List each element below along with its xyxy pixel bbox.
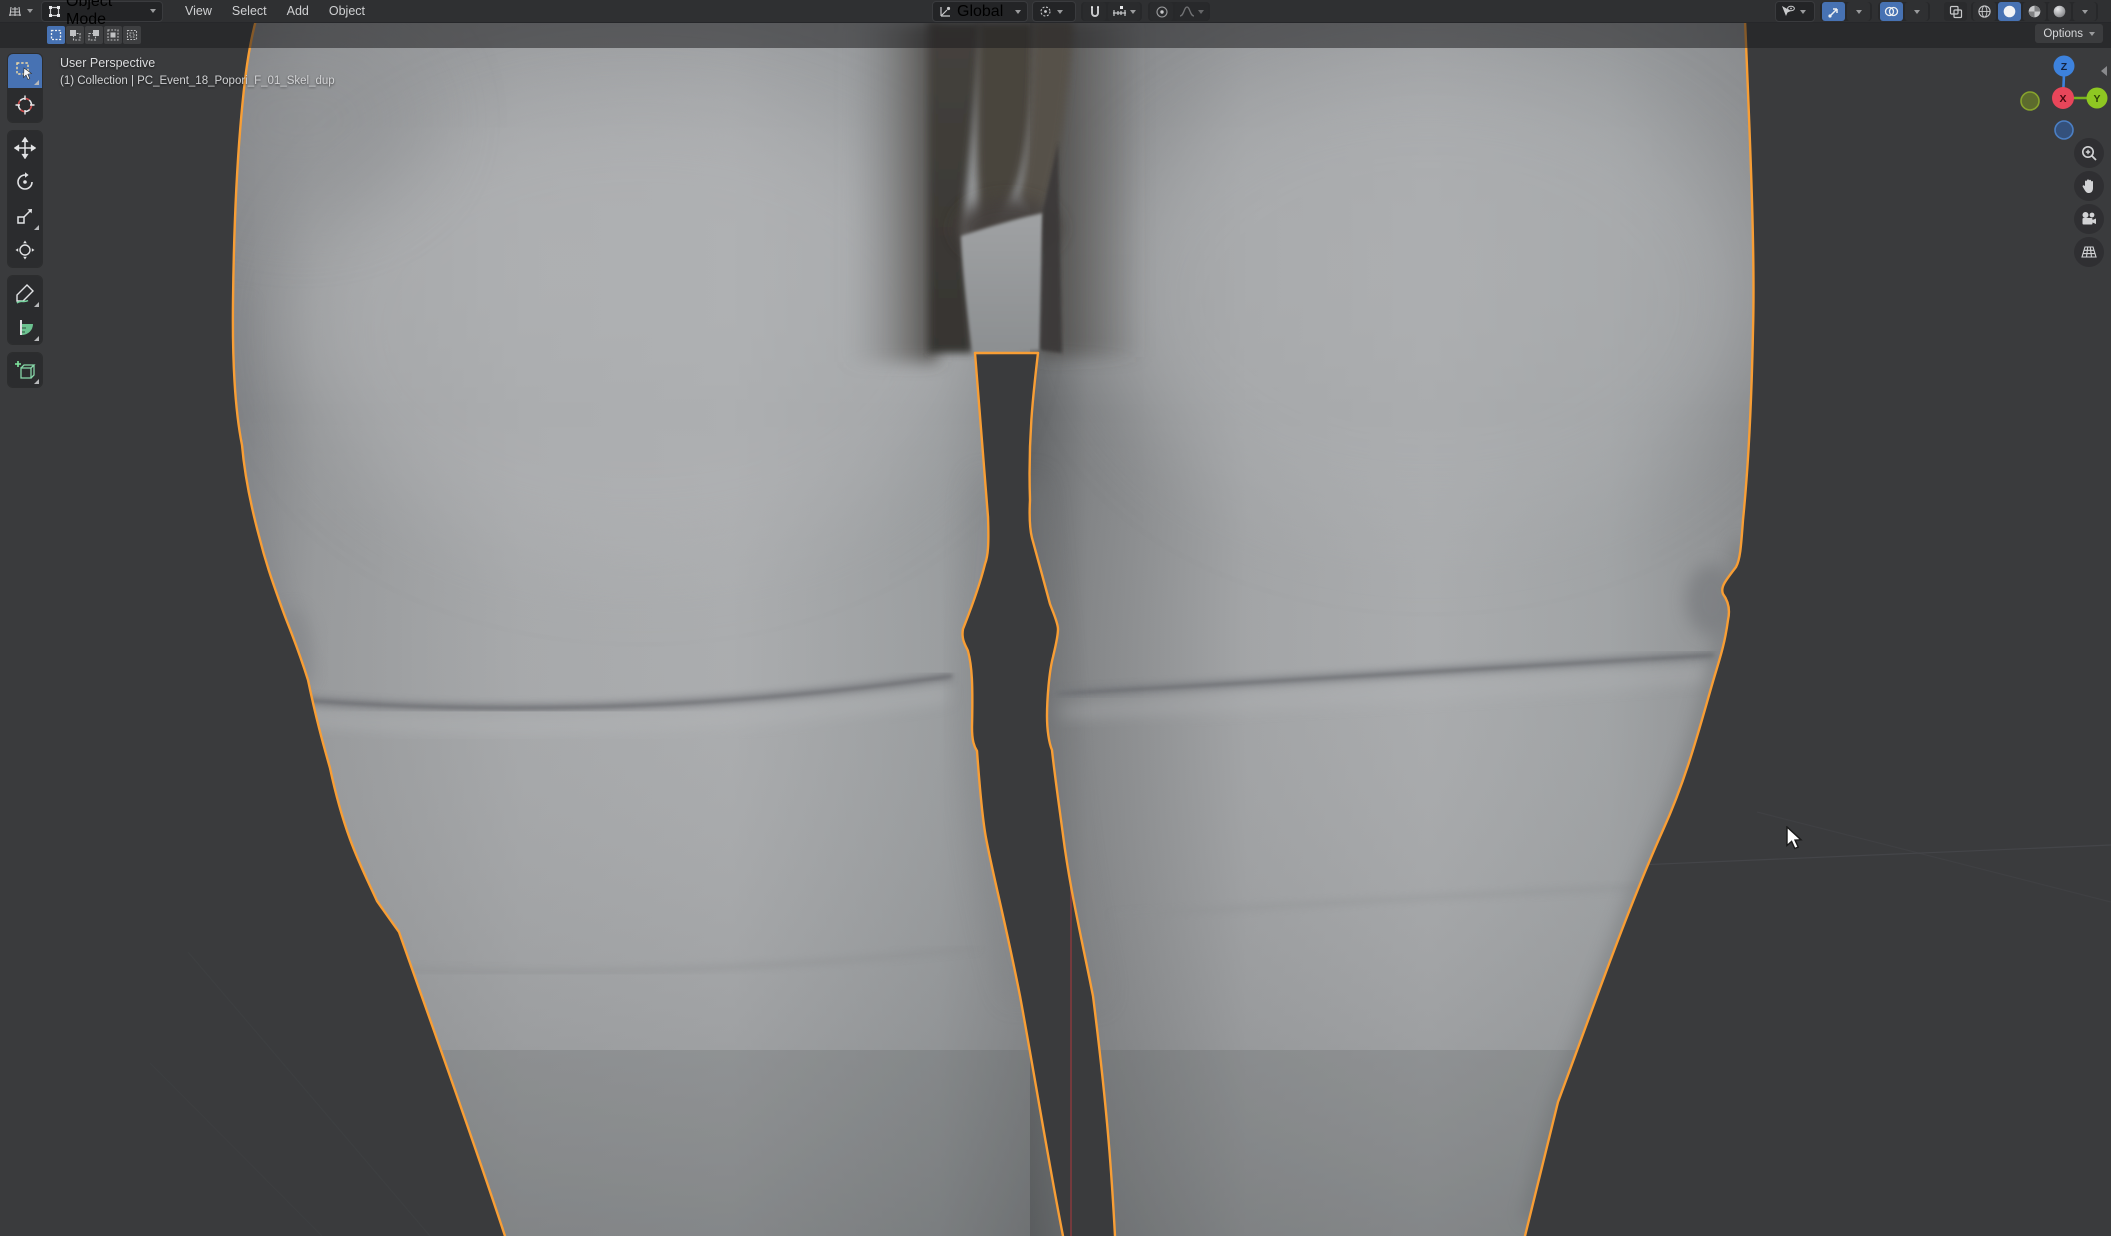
snap-target-dropdown[interactable] [1108, 2, 1140, 21]
tool-add-cube[interactable] [8, 353, 42, 387]
menu-object[interactable]: Object [319, 0, 375, 22]
chevron-down-icon [1800, 10, 1806, 14]
tool-select-box[interactable] [8, 54, 42, 88]
mode-dropdown[interactable]: Object Mode [41, 1, 163, 22]
sidebar-toggle[interactable] [2099, 64, 2109, 78]
active-object-label: (1) Collection | PC_Event_18_Popori_F_01… [60, 75, 335, 87]
mesh-center-pieces [928, 22, 1073, 353]
visibility-filter-dropdown[interactable] [1775, 1, 1815, 22]
gizmos-toggle[interactable] [1822, 2, 1845, 21]
pivot-point-icon [1039, 5, 1052, 18]
gizmo-axis-neg-z[interactable] [2055, 121, 2073, 139]
toolbar [8, 54, 42, 396]
solid-shading-icon [2002, 4, 2017, 19]
navigation-gizmo[interactable]: Z Y X [2000, 40, 2110, 150]
menu-select[interactable]: Select [222, 0, 277, 22]
chevron-down-icon [1856, 10, 1862, 14]
select-mode-set[interactable] [47, 26, 65, 44]
gizmo-axis-y[interactable]: Y [2087, 88, 2108, 109]
zoom-icon [2080, 144, 2098, 162]
xray-toggle[interactable] [1944, 2, 1967, 21]
tool-annotate[interactable] [8, 276, 42, 310]
gizmo-axis-x[interactable]: X [2052, 87, 2074, 109]
subtool-indicator [34, 225, 39, 230]
transform-orientation-icon [939, 5, 952, 18]
shading-material-button[interactable] [2023, 2, 2046, 21]
orientation-label: Global [957, 3, 1010, 21]
chevron-down-icon [1198, 10, 1204, 14]
chevron-down-icon [1015, 10, 1021, 14]
tool-rotate[interactable] [8, 165, 42, 199]
camera-view-icon [2080, 210, 2098, 228]
gizmo-axis-neg-y[interactable] [2021, 92, 2039, 110]
overlays-toggle-icon [1884, 5, 1899, 18]
falloff-curve-icon [1179, 5, 1195, 18]
visibility-filter-icon [1780, 5, 1795, 18]
material-shading-icon [2027, 4, 2042, 19]
viewport-canvas[interactable] [0, 0, 2111, 1236]
proportional-falloff-dropdown[interactable] [1175, 2, 1208, 21]
tool-settings-bar: Options [0, 22, 2111, 48]
subtool-indicator [34, 80, 39, 85]
chevron-down-icon [2089, 32, 2095, 36]
svg-text:Z: Z [2061, 61, 2068, 73]
perspective-toggle-button[interactable] [2074, 237, 2104, 267]
snap-toggle[interactable] [1083, 2, 1106, 21]
viewport-nav-buttons [2074, 138, 2104, 270]
overlays-toggle[interactable] [1880, 2, 1903, 21]
chevron-down-icon [27, 9, 33, 13]
viewport-header: Object Mode View Select Add Object Globa… [0, 0, 2111, 23]
menu-view[interactable]: View [175, 0, 222, 22]
tool-measure[interactable] [8, 310, 42, 344]
gizmos-dropdown[interactable] [1847, 2, 1870, 21]
pan-button[interactable] [2074, 171, 2104, 201]
shading-rendered-button[interactable] [2048, 2, 2071, 21]
zoom-button[interactable] [2074, 138, 2104, 168]
transform-orientation-dropdown[interactable]: Global [932, 1, 1028, 22]
camera-view-button[interactable] [2074, 204, 2104, 234]
rendered-shading-icon [2052, 4, 2067, 19]
chevron-down-icon [150, 9, 156, 13]
chevron-down-icon [1130, 10, 1136, 14]
shading-dropdown[interactable] [2073, 2, 2096, 21]
xray-toggle-icon [1949, 5, 1963, 19]
proportional-editing-toggle[interactable] [1150, 2, 1173, 21]
tool-scale[interactable] [8, 199, 42, 233]
viewport-info-overlay: User Perspective (1) Collection | PC_Eve… [60, 56, 335, 87]
svg-text:Y: Y [2093, 93, 2100, 105]
overlays-dropdown[interactable] [1905, 2, 1928, 21]
subtool-indicator [34, 302, 39, 307]
chevron-down-icon [1914, 10, 1920, 14]
proportional-editing-icon [1155, 5, 1169, 19]
perspective-grid-icon [2080, 243, 2098, 261]
gizmo-axis-z[interactable]: Z [2054, 56, 2075, 77]
gizmo-toggle-icon [1827, 5, 1841, 19]
wireframe-shading-icon [1977, 4, 1992, 19]
options-label: Options [2043, 28, 2083, 40]
shading-solid-button[interactable] [1998, 2, 2021, 21]
mouse-cursor [1786, 826, 1808, 852]
mode-label: Object Mode [66, 0, 145, 29]
viewport-editor-icon [6, 3, 24, 19]
pivot-point-dropdown[interactable] [1032, 1, 1076, 22]
pan-hand-icon [2080, 177, 2098, 195]
menu-add[interactable]: Add [277, 0, 319, 22]
blender-window: Object Mode View Select Add Object Globa… [0, 0, 2111, 1236]
chevron-down-icon [1057, 10, 1063, 14]
object-mode-icon [48, 5, 61, 18]
tool-transform[interactable] [8, 233, 42, 267]
editor-type-selector[interactable] [0, 0, 33, 22]
tool-3d-cursor[interactable] [8, 88, 42, 122]
subtool-indicator [34, 379, 39, 384]
shading-wireframe-button[interactable] [1973, 2, 1996, 21]
svg-text:X: X [2059, 93, 2066, 105]
tool-move[interactable] [8, 131, 42, 165]
snap-target-icon [1112, 5, 1127, 18]
view-perspective-label: User Perspective [60, 56, 335, 70]
chevron-down-icon [2082, 10, 2088, 14]
subtool-indicator [34, 336, 39, 341]
snap-magnet-icon [1088, 5, 1102, 19]
